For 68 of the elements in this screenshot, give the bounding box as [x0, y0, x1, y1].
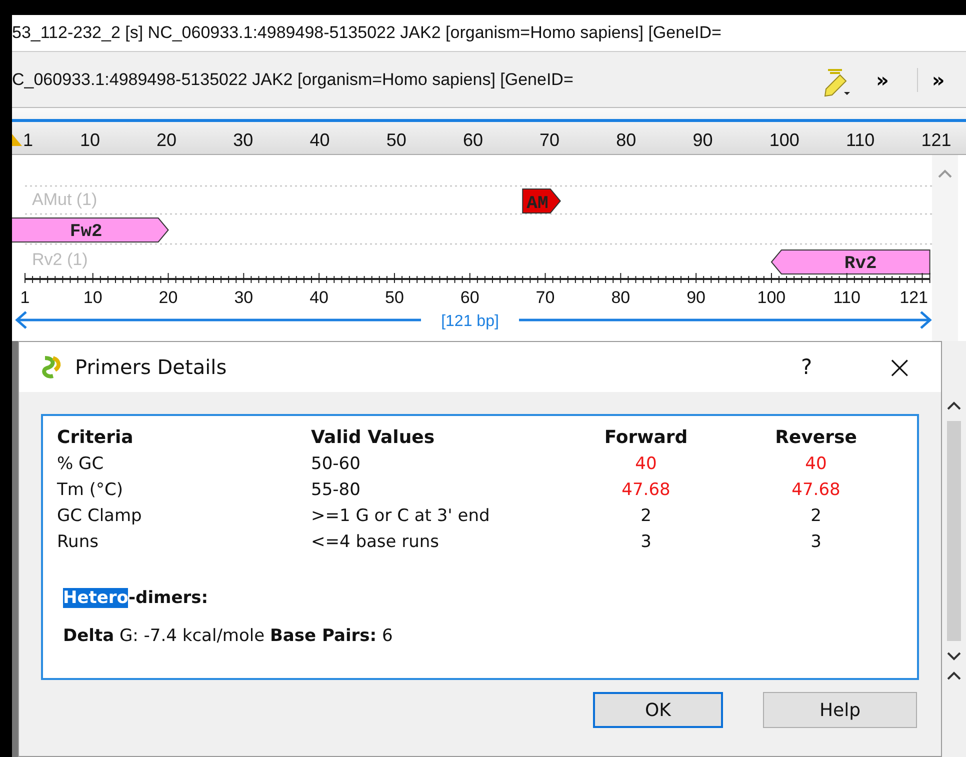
ruler-label: 90: [692, 130, 713, 151]
sequence-name: C_060933.1:4989498-5135022 JAK2 [organism=Homo sapiens] [GeneID=: [12, 70, 574, 90]
ruler-label: 70: [536, 288, 555, 307]
ruler-label: 80: [611, 288, 630, 307]
length-label: [121 bp]: [441, 313, 499, 330]
chevron-down-icon[interactable]: [946, 651, 962, 661]
ruler-label: 80: [616, 130, 636, 151]
feature-arrow[interactable]: Fw2: [12, 218, 169, 242]
table-cell-text: Runs: [57, 531, 100, 554]
table-cell-text: 40: [804, 453, 828, 476]
ok-button[interactable]: OK: [593, 692, 723, 728]
start-marker-icon: [12, 134, 22, 146]
ruler-label: 90: [686, 288, 706, 307]
chevron-up-icon[interactable]: [946, 671, 962, 681]
track-label: AMut (1): [32, 190, 98, 209]
ruler-label: 20: [158, 288, 178, 307]
table-cell-text: 50-60: [311, 453, 362, 476]
ruler-label: 30: [234, 288, 254, 307]
ruler-label: 60: [460, 288, 480, 307]
table-cell-text: GC Clamp: [57, 505, 143, 528]
column-header: Forward: [603, 426, 689, 450]
dimer-details: Delta G: -7.4 kcal/mole Base Pairs: 6: [62, 626, 394, 646]
overflow-button[interactable]: »: [916, 68, 951, 92]
dialog-title: Primers Details: [75, 355, 228, 379]
ruler-label: 1: [23, 130, 34, 151]
table-cell-text: 2: [640, 505, 652, 528]
table-cell-text: 47.68: [790, 479, 842, 502]
ruler-label: 1: [20, 288, 30, 307]
ruler-label: 40: [310, 288, 329, 307]
reverse-primer-arrow[interactable]: Rv2: [770, 250, 930, 274]
ruler-label: 30: [233, 130, 254, 151]
ruler-label: 70: [540, 130, 560, 151]
scrollbar[interactable]: [932, 155, 958, 341]
section-heading: Hetero-dimers:: [62, 588, 210, 608]
ruler-label: 100: [769, 130, 800, 151]
track-label: Rv2 (1): [32, 250, 88, 269]
table-cell-text: 3: [810, 531, 822, 554]
ruler-label: 100: [757, 288, 786, 307]
scrollbar-thumb[interactable]: [947, 421, 961, 641]
ruler-label: 40: [310, 130, 330, 151]
close-button[interactable]: ×: [880, 347, 919, 387]
ruler-label: 20: [156, 130, 177, 151]
help-button[interactable]: ?: [795, 354, 818, 380]
table-cell-text: 3: [640, 531, 652, 554]
table-cell-text: 40: [634, 453, 658, 476]
ruler-label: 121: [921, 130, 952, 151]
table-cell-text: 2: [810, 505, 822, 528]
table-cell-text: <=4 base runs: [311, 531, 440, 554]
table-cell-text: 55-80: [311, 479, 362, 502]
chevron-up-icon[interactable]: [946, 401, 962, 411]
ruler-label: 10: [80, 130, 100, 151]
table-cell-text: >=1 G or C at 3' end: [311, 505, 491, 528]
table-cell-text: % GC: [57, 453, 105, 476]
ruler-label: 110: [833, 288, 860, 307]
overflow-button[interactable]: »: [870, 68, 895, 92]
document-title: 53_112-232_2 [s] NC_060933.1:4989498-5135022 JAK2 [organism=Homo sapiens] [GeneID=: [12, 23, 722, 43]
column-header: Criteria: [57, 426, 134, 450]
ruler-label: 121: [900, 288, 928, 307]
help-text-button[interactable]: Help: [763, 692, 917, 728]
column-header: Valid Values: [311, 426, 436, 450]
table-cell-text: 47.68: [620, 479, 672, 502]
ruler-label: 50: [385, 288, 404, 307]
ruler-label: 50: [386, 130, 406, 151]
ruler-label: 60: [462, 130, 483, 151]
ruler-label: 110: [846, 130, 875, 151]
ruler-label: 10: [83, 288, 102, 307]
table-cell-text: Tm (°C): [57, 479, 124, 502]
column-header: Reverse: [774, 426, 858, 450]
